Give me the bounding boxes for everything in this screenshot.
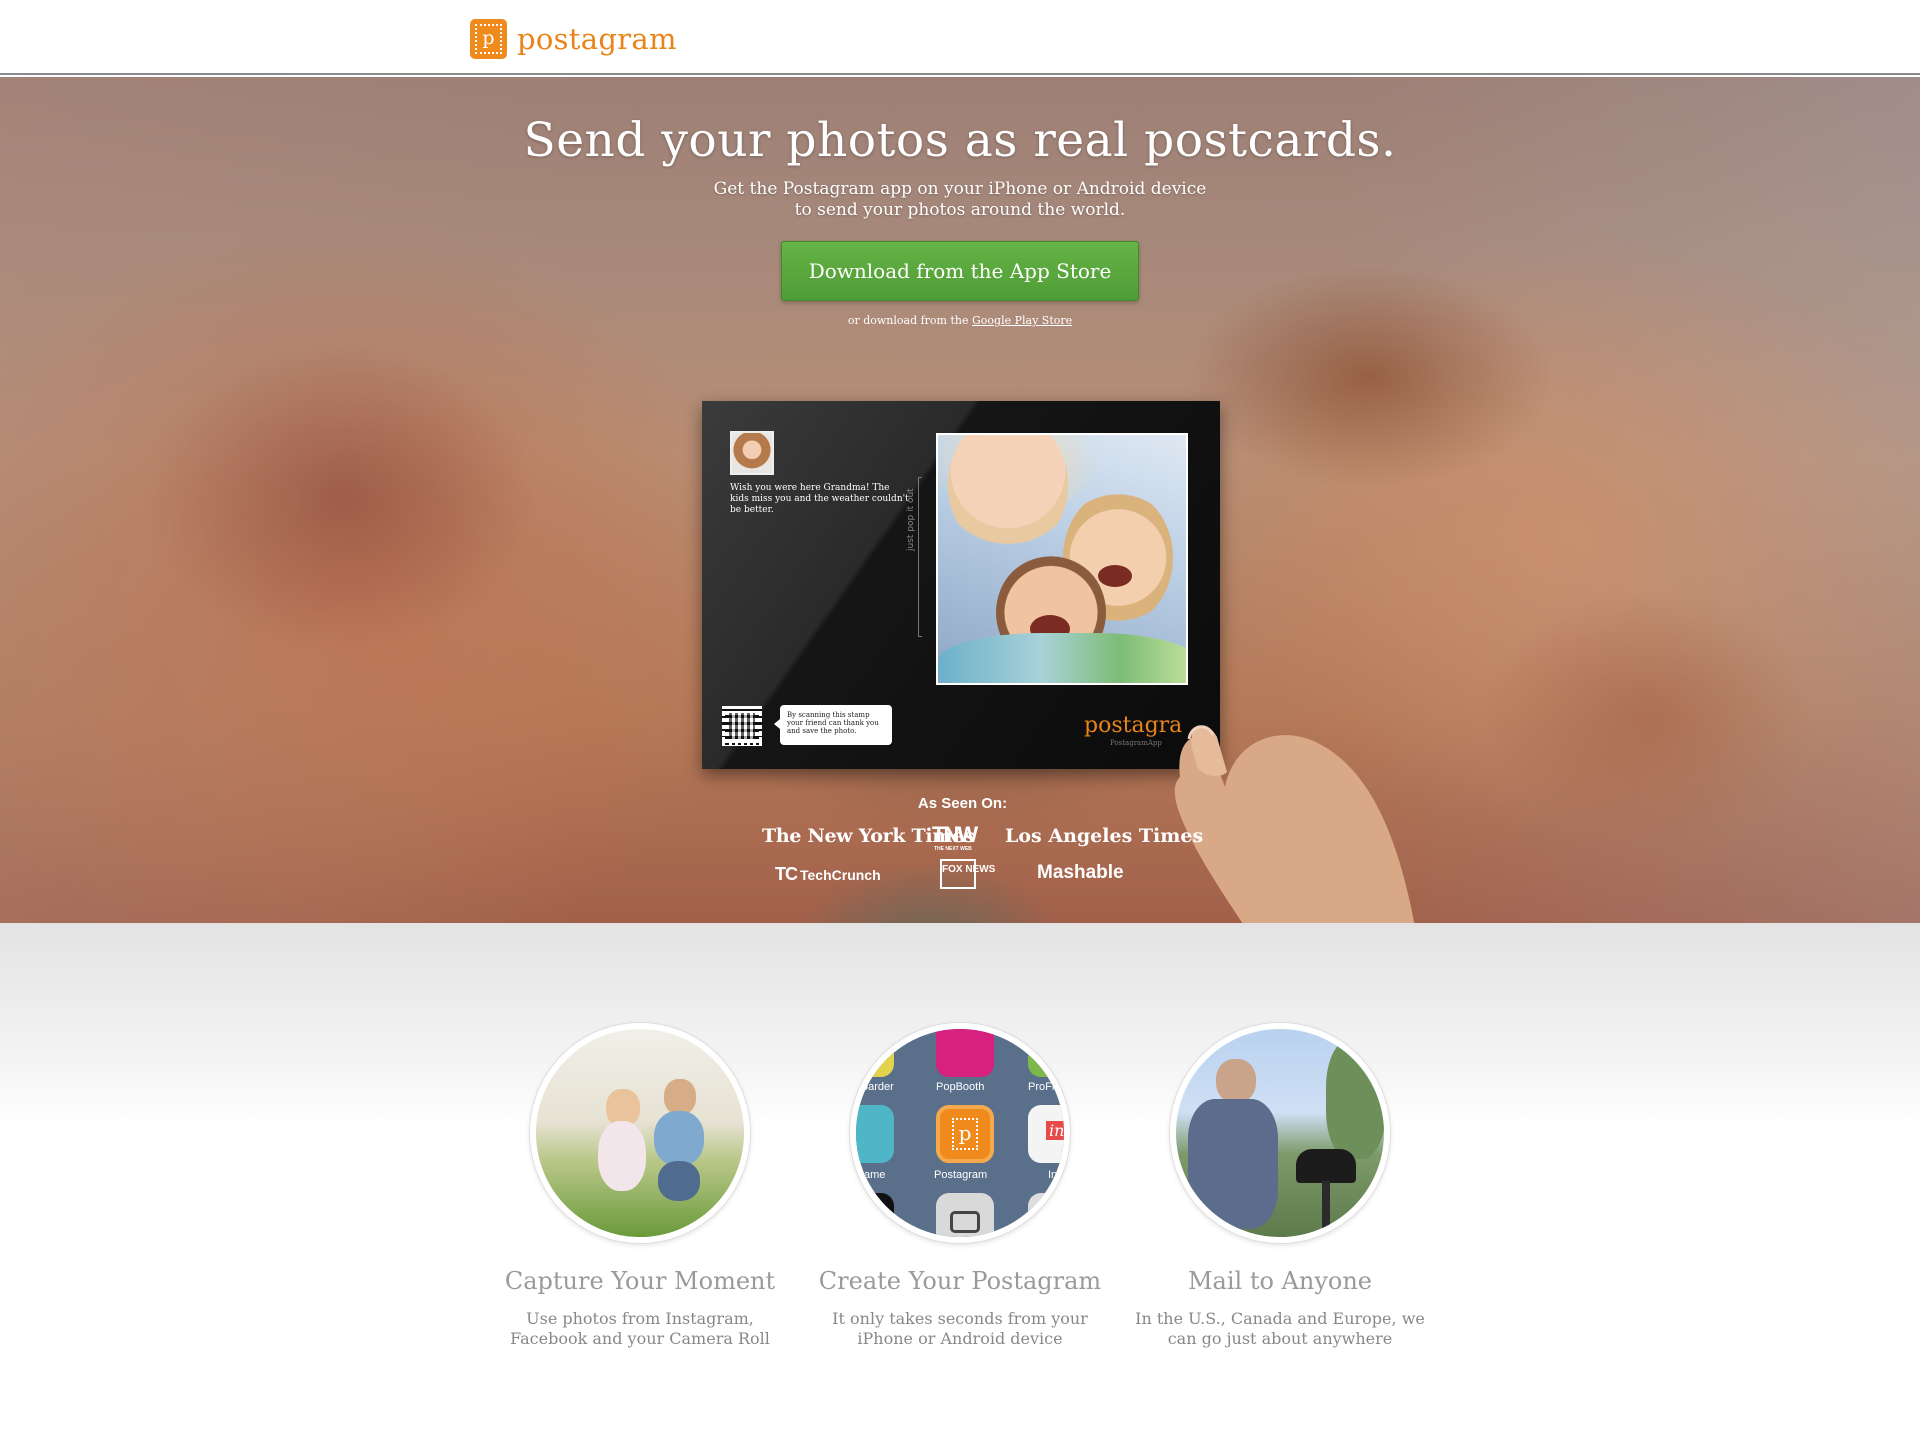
press-logo-mashable: Mashable bbox=[1037, 862, 1124, 883]
photo-kid-mouth bbox=[1098, 565, 1132, 587]
hero-subtitle-line-2: to send your photos around the world. bbox=[794, 200, 1126, 220]
feature-capture: Capture Your Moment Use photos from Inst… bbox=[490, 1023, 790, 1349]
postcard-divider bbox=[918, 477, 922, 637]
capture-moment-image bbox=[530, 1023, 750, 1243]
feature-description: In the U.S., Canada and Europe, we can g… bbox=[1135, 1309, 1425, 1348]
postcard-url: PostagramApp bbox=[1110, 739, 1162, 747]
girl-dress bbox=[598, 1121, 646, 1191]
press-logo-tnw: TNW THE NEXT WEB bbox=[932, 822, 978, 852]
hero-title: Send your photos as real postcards. bbox=[523, 113, 1397, 168]
google-play-link[interactable]: Google Play Store bbox=[972, 314, 1072, 327]
app-icon bbox=[856, 1193, 894, 1237]
feature-create: oarder PopBooth ProFl p ink ame Postagra… bbox=[810, 1023, 1110, 1349]
qr-note-bubble: By scanning this stamp your friend can t… bbox=[774, 705, 892, 745]
app-icon bbox=[856, 1029, 894, 1077]
techcrunch-mark: TC bbox=[775, 864, 798, 884]
tnw-mark: TNW bbox=[932, 822, 978, 847]
tree bbox=[1326, 1039, 1384, 1159]
photo-clothes bbox=[938, 633, 1186, 683]
alt-download-text: or download from the Google Play Store bbox=[0, 314, 1920, 327]
hero-subtitle: Get the Postagram app on your iPhone or … bbox=[660, 179, 1260, 221]
hero-section: Send your photos as real postcards. Get … bbox=[0, 77, 1920, 923]
qr-stamp-icon bbox=[722, 706, 762, 746]
app-label: oarder bbox=[862, 1081, 894, 1093]
man-shirt bbox=[1188, 1099, 1278, 1229]
app-icon bbox=[1028, 1029, 1064, 1077]
postcard-photo bbox=[936, 433, 1188, 685]
feature-title: Create Your Postagram bbox=[818, 1267, 1102, 1295]
postagram-logo-icon: p bbox=[470, 19, 507, 59]
as-seen-on-title: As Seen On: bbox=[917, 795, 1008, 812]
boy-head bbox=[664, 1079, 696, 1115]
app-label: ame bbox=[864, 1169, 886, 1181]
alt-download-prefix: or download from the bbox=[847, 314, 969, 327]
hero-subtitle-line-1: Get the Postagram app on your iPhone or … bbox=[713, 179, 1207, 199]
postagram-app-glyph: p bbox=[952, 1118, 978, 1150]
brand-name: postagram bbox=[517, 22, 677, 56]
app-store-download-button[interactable]: Download from the App Store bbox=[781, 241, 1139, 301]
postcard-preview: Wish you were here Grandma! The kids mis… bbox=[702, 401, 1220, 769]
features-section: Capture Your Moment Use photos from Inst… bbox=[0, 923, 1920, 1440]
feature-title: Mail to Anyone bbox=[1187, 1267, 1373, 1295]
feature-mail: Mail to Anyone In the U.S., Canada and E… bbox=[1130, 1023, 1430, 1349]
ink-app-glyph: ink bbox=[1046, 1121, 1064, 1140]
press-logo-la-times: Los Angeles Times bbox=[1005, 825, 1204, 847]
popbooth-app-icon bbox=[936, 1029, 994, 1077]
camera-app-icon bbox=[936, 1193, 994, 1237]
boy-shorts bbox=[658, 1161, 700, 1201]
phone-home-screen-image: oarder PopBooth ProFl p ink ame Postagra… bbox=[850, 1023, 1070, 1243]
man-head bbox=[1216, 1059, 1256, 1103]
sender-avatar bbox=[730, 431, 774, 475]
app-label: ProFl bbox=[1028, 1081, 1055, 1093]
press-logo-fox-news: FOX NEWS bbox=[940, 859, 995, 889]
feature-description: It only takes seconds from your iPhone o… bbox=[832, 1309, 1088, 1348]
feature-title: Capture Your Moment bbox=[504, 1267, 776, 1295]
photo-kid-face bbox=[948, 435, 1068, 555]
site-header: p postagram bbox=[0, 0, 1920, 75]
ink-app-icon: ink bbox=[1028, 1105, 1064, 1163]
tnw-subtitle: THE NEXT WEB bbox=[934, 846, 972, 852]
mailbox-icon bbox=[1296, 1149, 1356, 1183]
app-icon bbox=[856, 1105, 894, 1163]
camera-glyph bbox=[950, 1211, 980, 1233]
techcrunch-wordmark: TechCrunch bbox=[800, 867, 881, 883]
feature-description: Use photos from Instagram, Facebook and … bbox=[510, 1309, 770, 1348]
app-label: In bbox=[1048, 1169, 1058, 1181]
postcard-message: Wish you were here Grandma! The kids mis… bbox=[730, 483, 909, 515]
mailbox-post bbox=[1322, 1181, 1330, 1237]
brand-logo-link[interactable]: p postagram bbox=[470, 19, 677, 59]
app-icon bbox=[1028, 1193, 1064, 1237]
app-label: Postagram bbox=[934, 1169, 988, 1181]
postagram-app-icon: p bbox=[936, 1105, 994, 1163]
press-logo-techcrunch: TC TechCrunch bbox=[775, 864, 881, 885]
pop-out-label: just pop it out bbox=[906, 488, 916, 551]
boy-shirt bbox=[654, 1111, 704, 1166]
app-label: PopBooth bbox=[936, 1081, 985, 1093]
mailbox-image bbox=[1170, 1023, 1390, 1243]
